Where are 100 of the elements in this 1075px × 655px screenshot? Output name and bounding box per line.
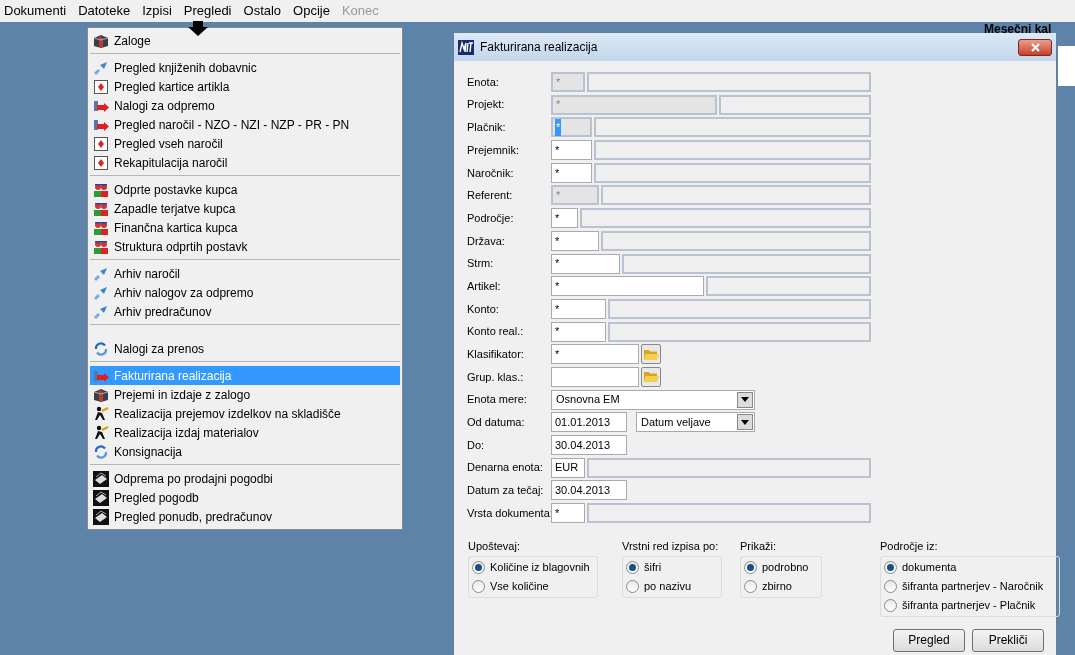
menu-item[interactable]: Realizacija izdaj materialov bbox=[90, 423, 400, 442]
input-field[interactable]: * bbox=[551, 344, 639, 365]
dropdown[interactable]: Osnovna EM bbox=[551, 389, 755, 410]
menu-item[interactable]: Finančna kartica kupca bbox=[90, 218, 400, 237]
dialog-button[interactable]: Prekliči bbox=[972, 628, 1044, 652]
menu-bar-item[interactable]: Dokumenti bbox=[4, 1, 67, 21]
code-field[interactable]: * bbox=[551, 208, 578, 229]
menu-item[interactable]: Pregled kartice artikla bbox=[90, 77, 400, 96]
browse-button[interactable] bbox=[641, 344, 661, 365]
arrows-icon bbox=[93, 303, 109, 320]
radio-button[interactable] bbox=[884, 579, 897, 593]
group-title: Upoštevaj: bbox=[468, 539, 521, 555]
field-label: Datum za tečaj: bbox=[467, 483, 545, 499]
worker-icon bbox=[93, 424, 109, 441]
menu-item[interactable]: Nalogi za odpremo bbox=[90, 96, 400, 115]
window-title: Mesečni kal bbox=[984, 22, 1052, 36]
code-field[interactable]: * bbox=[551, 230, 599, 251]
code-field[interactable]: * bbox=[551, 253, 620, 274]
field-label: Država: bbox=[467, 233, 506, 249]
browse-button[interactable] bbox=[641, 366, 661, 387]
radio-label: šifranta partnerjev - Plačnik bbox=[902, 597, 1037, 613]
folder-icon bbox=[643, 347, 659, 361]
radio-label: Količine iz blagovnih bbox=[490, 559, 591, 575]
close-icon bbox=[1030, 42, 1040, 52]
logo-icon bbox=[458, 39, 474, 55]
menu-item[interactable]: Konsignacija bbox=[90, 442, 400, 461]
menu-bar-item[interactable]: Opcije bbox=[293, 1, 330, 21]
arrows-icon bbox=[93, 284, 109, 301]
code-field[interactable]: * bbox=[551, 140, 592, 161]
code-field[interactable]: * bbox=[551, 503, 585, 524]
close-button[interactable] bbox=[1018, 38, 1052, 56]
down-arrow-icon bbox=[187, 21, 209, 37]
date-field[interactable]: 30.04.2013 bbox=[551, 435, 627, 455]
people-icon bbox=[93, 219, 109, 236]
radio-button[interactable] bbox=[626, 560, 639, 574]
input-field[interactable] bbox=[551, 366, 639, 387]
menu-item[interactable]: Odprema po prodajni pogodbi bbox=[90, 469, 400, 488]
documents-icon bbox=[93, 508, 109, 525]
menu-item[interactable]: Pregled ponudb, predračunov bbox=[90, 507, 400, 526]
radio-button[interactable] bbox=[472, 579, 485, 593]
folder-icon bbox=[643, 370, 659, 384]
radio-button[interactable] bbox=[744, 560, 757, 574]
menu-item[interactable]: Struktura odprtih postavk bbox=[90, 237, 400, 256]
menu-item[interactable]: Nalogi za prenos bbox=[90, 339, 400, 358]
card-icon bbox=[93, 135, 109, 152]
field-label: Do: bbox=[467, 437, 486, 453]
worker-icon bbox=[93, 405, 109, 422]
radio-label: podrobno bbox=[762, 559, 810, 575]
menu-item[interactable]: Arhiv predračunov bbox=[90, 302, 400, 321]
date-field[interactable]: 01.01.2013 bbox=[551, 412, 627, 433]
menu-bar-item[interactable]: Ostalo bbox=[243, 1, 282, 21]
radio-label: šifranta partnerjev - Naročnik bbox=[902, 578, 1045, 594]
date-field[interactable]: 30.04.2013 bbox=[551, 480, 627, 501]
code-field[interactable]: * bbox=[551, 162, 592, 183]
field-label: Denarna enota: bbox=[467, 460, 544, 476]
dropdown[interactable]: Datum veljave bbox=[636, 412, 755, 433]
menu-bar-item[interactable]: Pregledi bbox=[183, 1, 232, 21]
menu-item[interactable]: Rekapitulacija naročil bbox=[90, 153, 400, 172]
menu-item[interactable]: Arhiv naročil bbox=[90, 264, 400, 283]
field-label: Klasifikator: bbox=[467, 347, 525, 362]
menu-item[interactable]: Pregled knjiženih dobavnic bbox=[90, 58, 400, 77]
menu-item[interactable]: Zapadle terjatve kupca bbox=[90, 199, 400, 218]
refresh-icon bbox=[93, 340, 109, 357]
field-label: Enota mere: bbox=[467, 392, 528, 408]
field-label: Od datuma: bbox=[467, 415, 526, 431]
menu-bar-item[interactable]: Datoteke bbox=[78, 1, 131, 21]
radio-button[interactable] bbox=[884, 598, 897, 612]
menu-item[interactable]: Prejemi in izdaje z zalogo bbox=[90, 385, 400, 404]
menu-item[interactable]: Odprte postavke kupca bbox=[90, 180, 400, 199]
field-label: Strm: bbox=[467, 256, 495, 272]
radio-button[interactable] bbox=[884, 560, 897, 574]
code-field[interactable]: * bbox=[551, 276, 704, 297]
menu-item[interactable]: Pregled vseh naročil bbox=[90, 134, 400, 153]
field-label: Prejemnik: bbox=[467, 142, 520, 158]
menu-item[interactable]: Pregled pogodb bbox=[90, 488, 400, 507]
code-field[interactable]: * bbox=[551, 321, 606, 342]
menu-item[interactable]: Realizacija prejemov izdelkov na skladišče bbox=[90, 404, 400, 423]
group-title: Prikaži: bbox=[740, 539, 778, 555]
dialog-button[interactable]: Pregled bbox=[893, 628, 965, 652]
field-label: Referent: bbox=[467, 188, 514, 204]
radio-label: zbirno bbox=[762, 578, 793, 594]
code-field[interactable]: EUR bbox=[551, 457, 585, 478]
menu-item[interactable]: Zaloge bbox=[90, 31, 400, 50]
field-label: Projekt: bbox=[467, 97, 506, 113]
group-title: Področje iz: bbox=[880, 539, 939, 555]
menu-bar-item[interactable]: Izpisi bbox=[142, 1, 172, 21]
field-label: Področje: bbox=[467, 210, 515, 226]
radio-label: po nazivu bbox=[644, 578, 693, 594]
field-label: Grup. klas.: bbox=[467, 369, 525, 385]
menu-item[interactable]: Pregled naročil - NZO - NZI - NZP - PR - PN bbox=[90, 115, 400, 134]
arrows-icon bbox=[93, 59, 109, 76]
radio-label: šifri bbox=[644, 559, 663, 575]
radio-button[interactable] bbox=[744, 579, 757, 593]
radio-button[interactable] bbox=[626, 579, 639, 593]
card-icon bbox=[93, 154, 109, 171]
menu-item[interactable]: Arhiv nalogov za odpremo bbox=[90, 283, 400, 302]
field-label: Artikel: bbox=[467, 278, 502, 294]
field-label: Naročnik: bbox=[467, 165, 515, 181]
code-field[interactable]: * bbox=[551, 298, 606, 319]
radio-button[interactable] bbox=[472, 560, 485, 574]
